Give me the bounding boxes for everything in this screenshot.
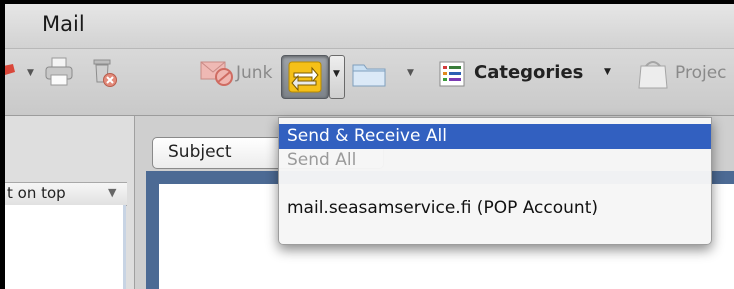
- junk-icon[interactable]: [200, 58, 234, 88]
- title-bar: Mail: [5, 4, 734, 49]
- categories-icon[interactable]: [439, 61, 465, 87]
- sort-header[interactable]: t on top ▼: [5, 182, 127, 206]
- projects-label[interactable]: Projec: [675, 63, 727, 83]
- menu-item-label: Send & Receive All: [287, 126, 447, 146]
- window-title: Mail: [42, 12, 85, 36]
- folder-icon[interactable]: [352, 61, 388, 87]
- menu-item-label: mail.seasamservice.fi (POP Account): [287, 198, 598, 218]
- projects-icon[interactable]: [636, 58, 670, 90]
- send-receive-button[interactable]: [281, 55, 329, 99]
- send-receive-dropdown-button[interactable]: ▼: [329, 55, 345, 99]
- chevron-down-icon: ▼: [333, 69, 340, 79]
- menu-item-send-all: Send All: [279, 148, 711, 173]
- junk-label[interactable]: Junk: [236, 63, 272, 83]
- print-icon[interactable]: [45, 57, 73, 87]
- mail-window: Mail ▼ Junk ▼ ▼ Categories ▼ Projec t on…: [5, 4, 734, 289]
- subject-label: Subject: [168, 142, 232, 162]
- sort-label[interactable]: t on top: [7, 184, 66, 202]
- send-receive-menu: Send & Receive All Send All mail.seasams…: [278, 117, 712, 245]
- categories-label[interactable]: Categories: [474, 62, 583, 83]
- delete-icon[interactable]: [90, 56, 118, 88]
- sort-arrow-icon[interactable]: ▼: [108, 186, 116, 199]
- flag-dropdown-arrow[interactable]: ▼: [27, 68, 34, 78]
- menu-item-pop-account[interactable]: mail.seasamservice.fi (POP Account): [279, 196, 711, 221]
- menu-item-send-receive-all[interactable]: Send & Receive All: [279, 124, 711, 149]
- send-receive-icon: [288, 61, 322, 93]
- categories-dropdown-arrow[interactable]: ▼: [604, 67, 611, 77]
- flag-icon[interactable]: [5, 62, 25, 84]
- folder-dropdown-arrow[interactable]: ▼: [407, 68, 414, 78]
- menu-item-label: Send All: [287, 150, 357, 170]
- message-list[interactable]: [5, 205, 126, 289]
